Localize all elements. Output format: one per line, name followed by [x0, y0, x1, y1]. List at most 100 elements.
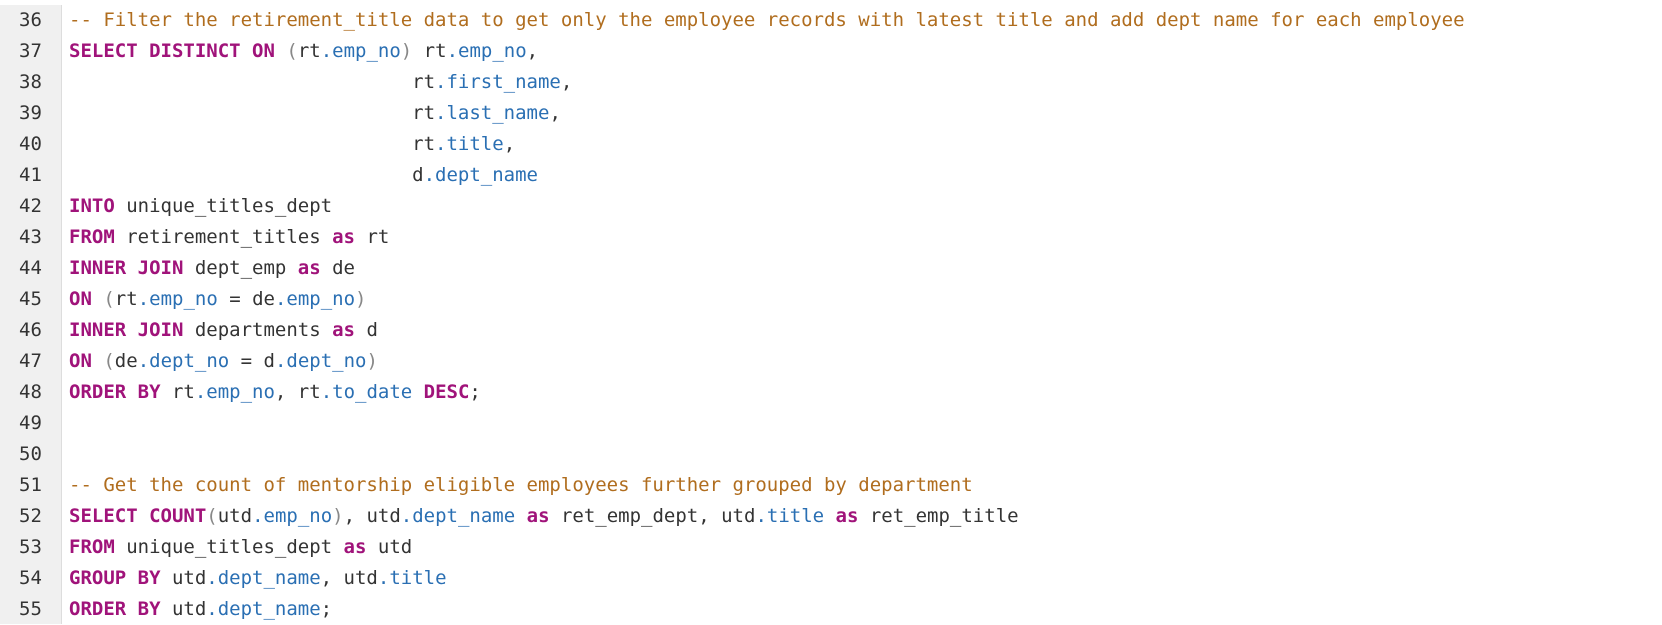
- line-number: 36: [19, 9, 42, 31]
- field-token: .title: [435, 133, 504, 155]
- field-token: .dept_no: [274, 350, 367, 372]
- paren-token: (: [103, 288, 115, 310]
- code-line[interactable]: rt.last_name,: [69, 98, 1662, 129]
- code-line[interactable]: ORDER BY rt.emp_no, rt.to_date DESC;: [69, 377, 1662, 408]
- line-number: 53: [19, 536, 42, 558]
- code-line[interactable]: FROM retirement_titles as rt: [69, 222, 1662, 253]
- text-token: unique_titles_dept: [114, 195, 333, 217]
- text-token: d: [355, 319, 378, 341]
- text-token: retirement_titles: [114, 226, 333, 248]
- code-line[interactable]: INNER JOIN departments as d: [69, 315, 1662, 346]
- paren-token: ): [400, 40, 413, 62]
- text-token: d: [69, 164, 424, 186]
- keyword-token: as: [526, 505, 550, 527]
- text-token: rt: [160, 381, 195, 403]
- keyword-token: GROUP BY: [69, 567, 161, 589]
- code-line[interactable]: d.dept_name: [69, 160, 1662, 191]
- line-number: 47: [19, 350, 42, 372]
- line-number: 49: [19, 412, 42, 434]
- text-token: dept_emp: [183, 257, 298, 279]
- paren-token: (: [103, 350, 115, 372]
- text-token: departments: [183, 319, 333, 341]
- text-token: utd: [160, 567, 207, 589]
- line-number: 50: [19, 443, 42, 465]
- text-token: rt: [69, 71, 436, 93]
- code-line[interactable]: SELECT DISTINCT ON (rt.emp_no) rt.emp_no…: [69, 36, 1662, 67]
- text-token: rt: [69, 102, 436, 124]
- text-token: rt: [412, 40, 447, 62]
- text-token: = de: [217, 288, 275, 310]
- code-line[interactable]: ON (rt.emp_no = de.emp_no): [69, 284, 1662, 315]
- text-token: rt: [114, 288, 138, 310]
- code-line[interactable]: -- Get the count of mentorship eligible …: [69, 470, 1662, 501]
- text-token: ;: [320, 598, 333, 620]
- code-line[interactable]: GROUP BY utd.dept_name, utd.title: [69, 563, 1662, 594]
- code-line[interactable]: ON (de.dept_no = d.dept_no): [69, 346, 1662, 377]
- text-token: utd: [160, 598, 207, 620]
- line-number: 43: [19, 226, 42, 248]
- keyword-token: INNER JOIN: [69, 319, 184, 341]
- keyword-token: ON: [69, 288, 92, 310]
- field-token: .dept_no: [137, 350, 230, 372]
- text-token: ret_emp_title: [858, 505, 1019, 527]
- code-editor[interactable]: 36 37 38 39 40 41 42 43 44 45 46 47 48 49 50 51 52 53 54 55…: [0, 5, 1662, 624]
- keyword-token: FROM: [69, 226, 115, 248]
- field-token: .to_date: [320, 381, 413, 403]
- code-line[interactable]: -- Filter the retirement_title data to g…: [69, 5, 1662, 36]
- field-token: .emp_no: [274, 288, 356, 310]
- field-token: .dept_name: [400, 505, 516, 527]
- field-token: .emp_no: [446, 40, 527, 62]
- keyword-token: ORDER BY: [69, 381, 161, 403]
- code-line[interactable]: INTO unique_titles_dept: [69, 191, 1662, 222]
- field-token: .emp_no: [320, 40, 401, 62]
- code-line[interactable]: rt.title,: [69, 129, 1662, 160]
- code-line[interactable]: rt.first_name,: [69, 67, 1662, 98]
- paren-token: (: [206, 505, 218, 527]
- code-line[interactable]: ORDER BY utd.dept_name;: [69, 594, 1662, 625]
- text-token: , utd: [343, 505, 401, 527]
- text-token: utd: [366, 536, 413, 558]
- keyword-token: as: [332, 319, 355, 341]
- code-line[interactable]: SELECT COUNT(utd.emp_no), utd.dept_name …: [69, 501, 1662, 532]
- text-token: ,: [560, 71, 573, 93]
- line-number: 44: [19, 257, 42, 279]
- keyword-token: INNER JOIN: [69, 257, 184, 279]
- line-number: 41: [19, 164, 42, 186]
- code-line[interactable]: ​: [69, 439, 1662, 470]
- text-token: ,: [526, 40, 539, 62]
- text-token: de: [320, 257, 355, 279]
- text-token: de: [114, 350, 138, 372]
- comment-token: -- Get the count of mentorship eligible …: [69, 474, 973, 496]
- field-token: .first_name: [435, 71, 561, 93]
- keyword-token: SELECT COUNT: [69, 505, 207, 527]
- keyword-token: as: [297, 257, 321, 279]
- keyword-token: INTO: [69, 195, 115, 217]
- line-number: 45: [19, 288, 42, 310]
- code-line[interactable]: INNER JOIN dept_emp as de: [69, 253, 1662, 284]
- field-token: .dept_name: [206, 567, 321, 589]
- code-line[interactable]: FROM unique_titles_dept as utd: [69, 532, 1662, 563]
- keyword-token: as: [332, 226, 355, 248]
- code-area[interactable]: -- Filter the retirement_title data to g…: [62, 5, 1662, 624]
- field-token: .dept_name: [423, 164, 538, 186]
- field-token: .dept_name: [206, 598, 321, 620]
- keyword-token: DESC: [423, 381, 470, 403]
- text-token: ret_emp_dept, utd: [549, 505, 756, 527]
- line-number: 48: [19, 381, 42, 403]
- line-number: 42: [19, 195, 42, 217]
- paren-token: ): [332, 505, 344, 527]
- field-token: .emp_no: [137, 288, 218, 310]
- paren-token: (: [286, 40, 298, 62]
- line-number: 40: [19, 133, 42, 155]
- keyword-token: as: [343, 536, 367, 558]
- keyword-token: FROM: [69, 536, 115, 558]
- line-number: 51: [19, 474, 42, 496]
- field-token: .emp_no: [252, 505, 333, 527]
- code-line[interactable]: ​: [69, 408, 1662, 439]
- keyword-token: ORDER BY: [69, 598, 161, 620]
